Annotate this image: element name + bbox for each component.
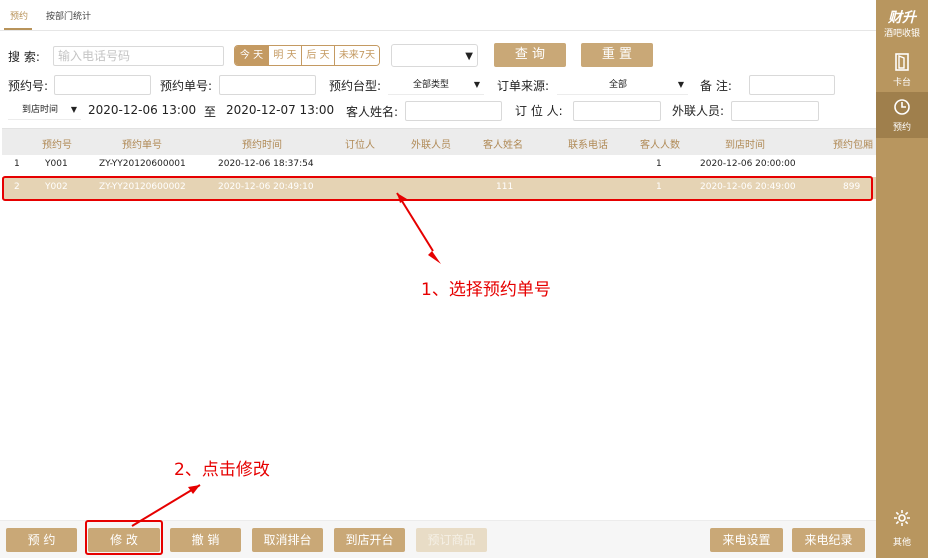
segment-tomorrow[interactable]: 明 天 (269, 46, 302, 65)
phone-search-input[interactable] (53, 46, 224, 66)
modify-highlight (85, 520, 163, 555)
date-to[interactable]: 2020-12-07 13:00 (226, 103, 334, 117)
source-select[interactable]: 全部 ▼ (557, 75, 688, 95)
call-log-button[interactable]: 来电纪录 (792, 528, 865, 552)
arrive-open-button[interactable]: 到店开台 (334, 528, 405, 552)
col-arrive-time: 到店时间 (725, 140, 765, 151)
tab-bar: 预约 按部门统计 (0, 0, 876, 31)
segment-today[interactable]: 今 天 (235, 46, 269, 65)
col-phone: 联系电话 (568, 140, 608, 151)
date-range-segment: 今 天 明 天 后 天 未来7天 (234, 45, 380, 66)
col-booking-order: 预约单号 (122, 140, 162, 151)
chevron-down-icon: ▼ (473, 80, 480, 89)
col-guest-name: 客人姓名 (483, 140, 523, 151)
col-liaison: 外联人员 (411, 140, 451, 151)
to-label: 至 (204, 105, 217, 119)
booking-order-input[interactable] (219, 75, 316, 95)
booking-no-label: 预约号: (8, 79, 49, 93)
gear-icon (894, 510, 910, 526)
cancel-queue-button[interactable]: 取消排台 (252, 528, 323, 552)
call-settings-button[interactable]: 来电设置 (710, 528, 783, 552)
annotation-step2: 2、点击修改 (174, 460, 270, 480)
clock-icon (894, 99, 910, 115)
search-dropdown[interactable]: ▼ (391, 44, 478, 67)
table-type-select[interactable]: 全部类型 ▼ (388, 75, 484, 95)
active-tab-indicator (4, 28, 32, 30)
right-sidebar: 财升 酒吧收银 卡台 预约 其他 (876, 0, 928, 558)
chevron-down-icon: ▼ (465, 51, 473, 62)
remark-label: 备 注: (700, 79, 732, 93)
preorder-button[interactable]: 预订商品 (416, 528, 487, 552)
segment-day-after[interactable]: 后 天 (302, 46, 335, 65)
selected-row-highlight (2, 176, 873, 201)
reset-button[interactable]: 重 置 (581, 43, 653, 67)
booker-input[interactable] (573, 101, 661, 121)
col-guest-count: 客人人数 (640, 140, 680, 151)
time-type-select[interactable]: 到店时间 ▼ (8, 100, 81, 120)
cancel-button[interactable]: 撤 销 (170, 528, 241, 552)
segment-next7[interactable]: 未来7天 (335, 46, 379, 65)
col-booker: 订位人 (345, 140, 375, 151)
booker-label: 订 位 人: (515, 104, 563, 118)
main-panel: 预约 按部门统计 搜 索: 今 天 明 天 后 天 未来7天 ▼ 查 询 重 置… (0, 0, 876, 558)
liaison-label: 外联人员: (672, 104, 725, 118)
guest-name-input[interactable] (405, 101, 502, 121)
table-header: 预约号 预约单号 预约时间 订位人 外联人员 客人姓名 联系电话 客人人数 到店… (2, 129, 876, 155)
annotation-step1: 1、选择预约单号 (421, 280, 551, 300)
table-row[interactable]: 1 Y001 ZY-YY20120600001 2020-12-06 18:37… (2, 154, 876, 176)
col-booking-no: 预约号 (42, 140, 72, 151)
date-from[interactable]: 2020-12-06 13:00 (88, 103, 196, 117)
table-type-label: 预约台型: (329, 79, 382, 93)
sidebar-item-other[interactable]: 其他 (876, 506, 928, 552)
brand-subtitle: 酒吧收银 (883, 29, 920, 39)
guest-name-label: 客人姓名: (346, 105, 399, 119)
chevron-down-icon: ▼ (677, 80, 684, 89)
booking-order-label: 预约单号: (160, 79, 213, 93)
liaison-input[interactable] (731, 101, 819, 121)
booking-no-input[interactable] (54, 75, 151, 95)
remark-input[interactable] (749, 75, 835, 95)
book-button[interactable]: 预 约 (6, 528, 77, 552)
query-button[interactable]: 查 询 (494, 43, 566, 67)
sidebar-item-tables[interactable]: 卡台 (876, 46, 928, 92)
col-booking-time: 预约时间 (242, 140, 282, 151)
brand-logo: 财升 (888, 10, 916, 26)
chevron-down-icon: ▼ (70, 105, 77, 114)
sidebar-item-booking[interactable]: 预约 (876, 92, 928, 138)
source-label: 订单来源: (497, 79, 550, 93)
tab-booking[interactable]: 预约 (10, 9, 28, 22)
search-label: 搜 索: (8, 50, 40, 64)
door-icon (895, 53, 909, 71)
tab-dept-stats[interactable]: 按部门统计 (46, 9, 91, 22)
col-room: 预约包厢 (833, 140, 873, 151)
